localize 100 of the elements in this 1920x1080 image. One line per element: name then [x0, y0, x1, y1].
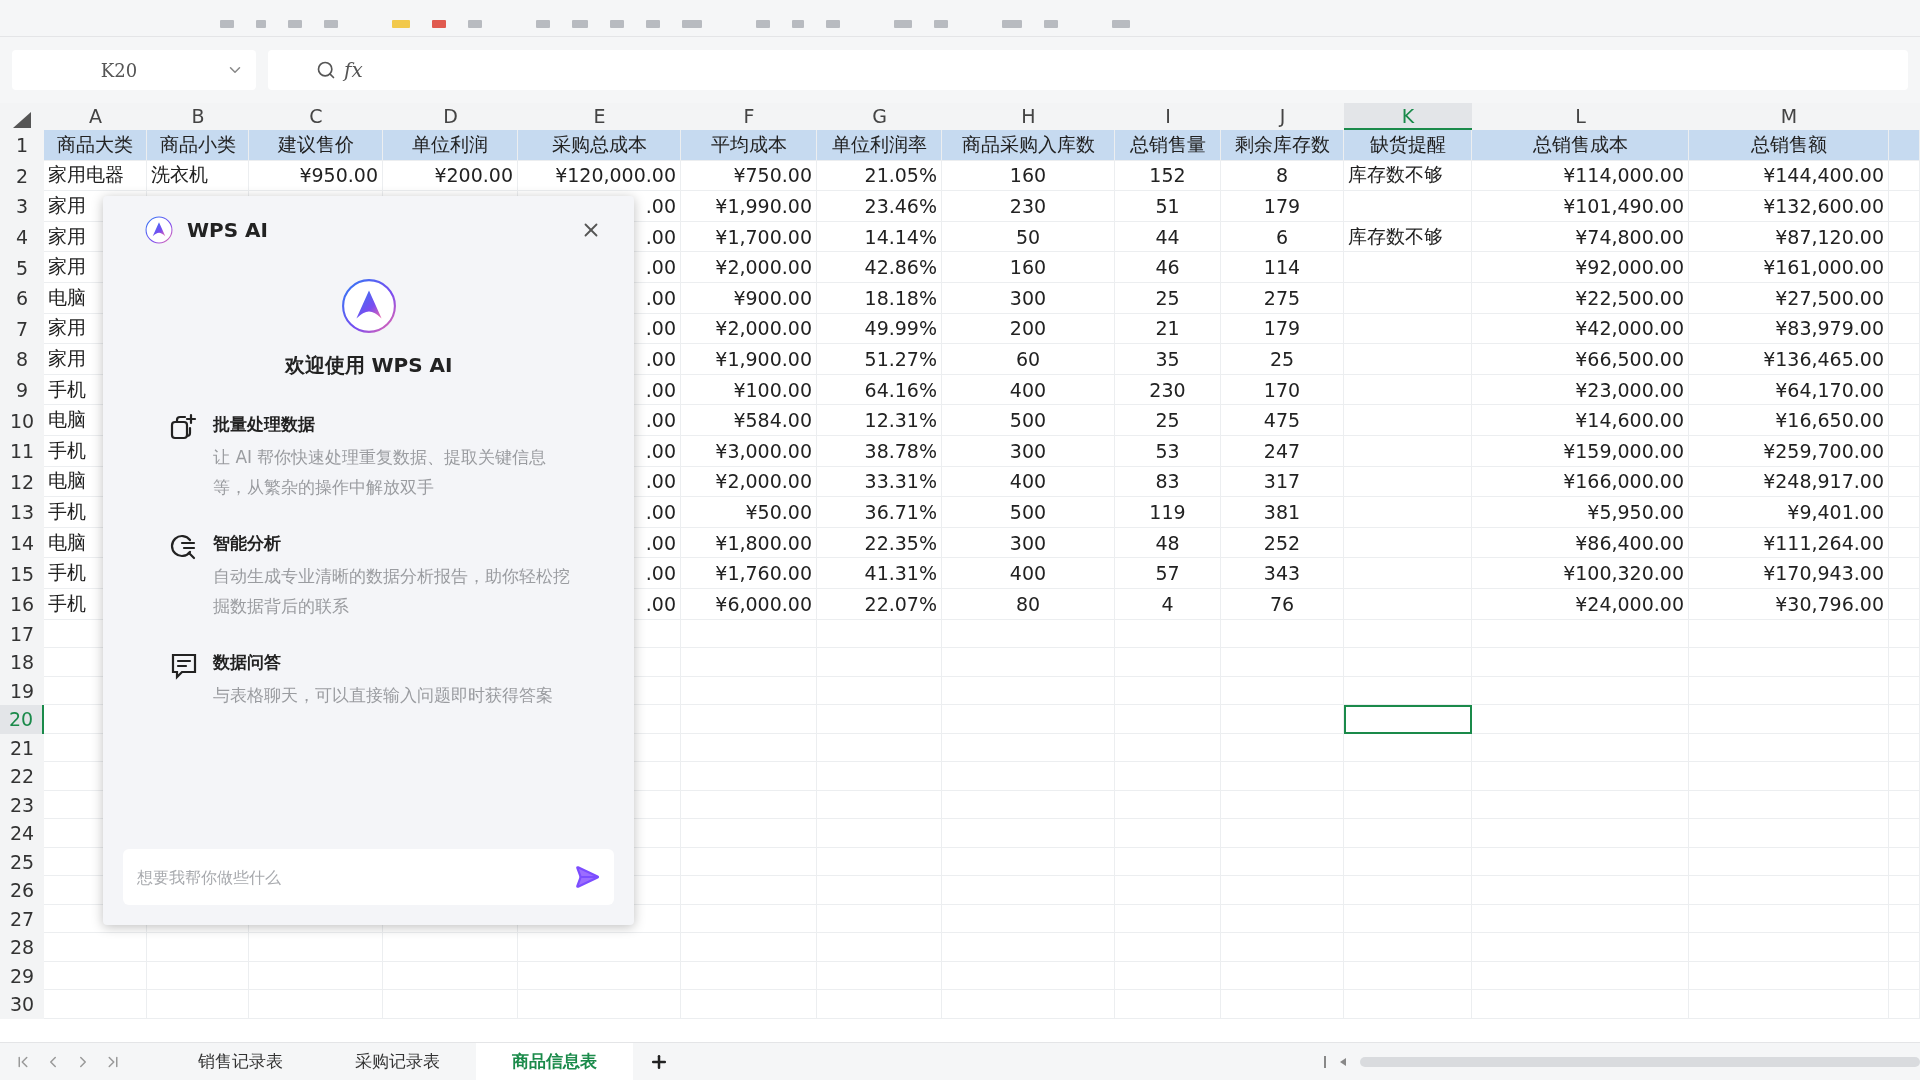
toolbar-icon[interactable] [1112, 20, 1130, 28]
table-cell: ¥2,000.00 [681, 466, 817, 498]
row-header[interactable]: 5 [0, 252, 44, 283]
column-header[interactable]: M [1689, 103, 1889, 130]
column-header[interactable]: E [518, 103, 681, 130]
toolbar-icon[interactable] [324, 20, 338, 28]
table-cell: 单位利润 [383, 130, 518, 161]
row-header[interactable]: 23 [0, 790, 44, 819]
row-header[interactable]: 13 [0, 497, 44, 528]
toolbar-icon[interactable] [756, 20, 770, 28]
table-cell: 160 [942, 160, 1115, 192]
table-cell: 库存数不够 [1344, 221, 1472, 253]
toolbar-icon[interactable] [536, 20, 550, 28]
toolbar-icon[interactable] [934, 20, 948, 28]
sheet-tab[interactable]: 商品信息表 [476, 1043, 633, 1080]
row-header[interactable]: 9 [0, 374, 44, 406]
horizontal-scrollbar[interactable] [1360, 1056, 1920, 1067]
row-header[interactable]: 19 [0, 676, 44, 705]
table-cell: 275 [1221, 282, 1344, 314]
toolbar-icon[interactable] [468, 20, 482, 28]
table-cell: ¥22,500.00 [1472, 282, 1689, 314]
row-header[interactable]: 22 [0, 762, 44, 791]
row-header[interactable]: 25 [0, 847, 44, 876]
toolbar-icon[interactable] [682, 20, 702, 28]
toolbar-icon[interactable] [1002, 20, 1022, 28]
chat-icon [169, 651, 199, 681]
row-header[interactable]: 30 [0, 990, 44, 1019]
toolbar-icon[interactable] [288, 20, 302, 28]
toolbar-icon[interactable] [572, 20, 588, 28]
row-header[interactable]: 27 [0, 904, 44, 933]
row-header[interactable]: 21 [0, 733, 44, 762]
column-header[interactable]: H [942, 103, 1115, 130]
table-cell: 179 [1221, 191, 1344, 222]
row-header[interactable]: 3 [0, 191, 44, 222]
column-header[interactable]: C [249, 103, 383, 130]
toolbar-icon[interactable] [646, 20, 660, 28]
table-cell: 381 [1221, 497, 1344, 528]
row-header[interactable]: 15 [0, 558, 44, 589]
column-header[interactable]: I [1115, 103, 1221, 130]
sheet-tab[interactable]: 销售记录表 [162, 1043, 319, 1080]
row-header[interactable]: 26 [0, 876, 44, 905]
row-header[interactable]: 18 [0, 648, 44, 677]
row-header[interactable]: 4 [0, 221, 44, 253]
toolbar-icon[interactable] [220, 20, 234, 28]
table-cell: 51.27% [817, 344, 942, 375]
table-cell: ¥900.00 [681, 282, 817, 314]
row-header[interactable]: 6 [0, 282, 44, 314]
table-cell: 6 [1221, 221, 1344, 253]
column-header[interactable]: K [1344, 103, 1472, 130]
sheet-tab[interactable]: 采购记录表 [319, 1043, 476, 1080]
column-header[interactable]: D [383, 103, 518, 130]
table-cell: ¥101,490.00 [1472, 191, 1689, 222]
search-icon[interactable] [316, 60, 336, 80]
toolbar-icon[interactable] [432, 20, 446, 28]
row-header[interactable]: 28 [0, 933, 44, 962]
column-header[interactable]: J [1221, 103, 1344, 130]
row-header[interactable]: 12 [0, 466, 44, 498]
table-cell: ¥111,264.00 [1689, 527, 1889, 559]
table-cell [1889, 130, 1920, 161]
table-cell: 33.31% [817, 466, 942, 498]
table-cell: 230 [1115, 374, 1221, 406]
row-header[interactable]: 14 [0, 527, 44, 559]
column-header[interactable]: B [147, 103, 249, 130]
toolbar-icon[interactable] [256, 20, 266, 28]
row-header[interactable]: 16 [0, 588, 44, 620]
table-cell: 51 [1115, 191, 1221, 222]
toolbar-icon[interactable] [826, 20, 840, 28]
column-header[interactable]: G [817, 103, 942, 130]
table-cell: 53 [1115, 435, 1221, 467]
row-header[interactable]: 17 [0, 619, 44, 648]
toolbar-icon[interactable] [610, 20, 624, 28]
row-header[interactable]: 8 [0, 344, 44, 375]
formula-field[interactable]: fx [268, 50, 1908, 90]
function-label[interactable]: fx [344, 58, 363, 82]
toolbar-icon[interactable] [1044, 20, 1058, 28]
table-cell: ¥27,500.00 [1689, 282, 1889, 314]
row-header[interactable]: 11 [0, 435, 44, 467]
table-cell: ¥259,700.00 [1689, 435, 1889, 467]
scroll-left-icon[interactable] [1340, 1057, 1346, 1066]
select-all-icon[interactable] [13, 112, 31, 128]
row-header[interactable]: 1 [0, 130, 44, 161]
table-cell: ¥50.00 [681, 497, 817, 528]
table-cell: 400 [942, 466, 1115, 498]
toolbar-icon[interactable] [392, 20, 410, 28]
row-header[interactable]: 29 [0, 961, 44, 990]
table-cell: 25 [1221, 344, 1344, 375]
row-header[interactable]: 2 [0, 160, 44, 192]
name-box[interactable]: K20 [12, 50, 256, 90]
prompt-box[interactable]: 想要我帮你做些什么 [123, 849, 614, 905]
column-header[interactable]: F [681, 103, 817, 130]
row-header[interactable]: 10 [0, 405, 44, 436]
table-cell: 家用电器 [44, 160, 147, 192]
row-header[interactable]: 7 [0, 313, 44, 345]
column-header[interactable]: L [1472, 103, 1689, 130]
row-header[interactable]: 24 [0, 819, 44, 848]
toolbar-icon[interactable] [894, 20, 912, 28]
toolbar-icon[interactable] [792, 20, 804, 28]
column-header[interactable]: A [44, 103, 147, 130]
table-cell: ¥1,760.00 [681, 558, 817, 589]
prompt-field[interactable]: 想要我帮你做些什么 [135, 866, 564, 888]
